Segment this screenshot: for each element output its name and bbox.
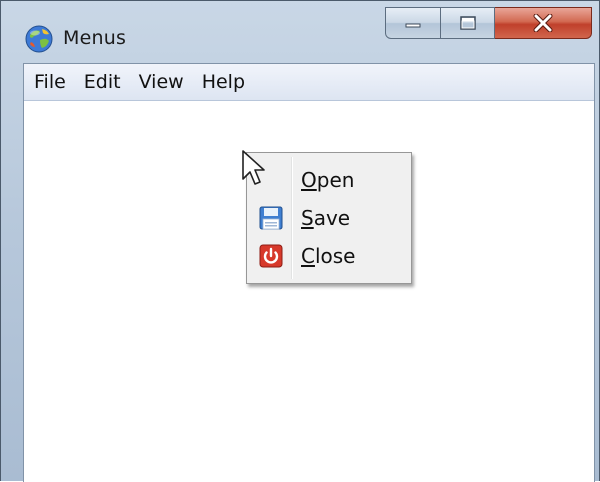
- maximize-icon: [459, 16, 476, 30]
- label-rest-open: pen: [316, 168, 355, 192]
- context-menu-item-open[interactable]: Open: [249, 161, 409, 199]
- label-rest-close: lose: [314, 244, 356, 268]
- minimize-icon: [405, 23, 421, 28]
- mnemonic-open: O: [301, 168, 317, 192]
- window-controls: [385, 7, 592, 39]
- context-menu-item-save[interactable]: Save: [249, 199, 409, 237]
- menu-edit[interactable]: Edit: [76, 67, 129, 97]
- maximize-button[interactable]: [441, 7, 495, 39]
- app-globe-icon: [25, 25, 53, 53]
- mnemonic-close: C: [301, 244, 315, 268]
- mnemonic-save: S: [301, 206, 314, 230]
- close-window-button[interactable]: [495, 7, 592, 39]
- mouse-pointer-icon: [242, 150, 265, 185]
- label-rest-save: ave: [313, 206, 351, 230]
- power-icon: [259, 244, 283, 268]
- client-area[interactable]: File Edit View Help Open Save Close: [23, 63, 595, 482]
- app-window: Menus File Edit View Help Open Save Clos…: [0, 0, 600, 482]
- window-title: Menus: [63, 27, 127, 49]
- close-icon: [533, 14, 553, 32]
- menu-help[interactable]: Help: [194, 67, 253, 97]
- context-menu-label-open: Open: [301, 167, 354, 193]
- save-icon: [259, 206, 283, 230]
- title-bar[interactable]: Menus: [1, 1, 599, 63]
- context-menu-item-close[interactable]: Close: [249, 237, 409, 275]
- context-menu-label-save: Save: [301, 205, 350, 231]
- context-menu: Open Save Close: [246, 152, 412, 284]
- menu-bar: File Edit View Help: [24, 64, 594, 101]
- menu-view[interactable]: View: [131, 67, 192, 97]
- minimize-button[interactable]: [385, 7, 441, 39]
- menu-file[interactable]: File: [30, 67, 74, 97]
- context-menu-label-close: Close: [301, 243, 356, 269]
